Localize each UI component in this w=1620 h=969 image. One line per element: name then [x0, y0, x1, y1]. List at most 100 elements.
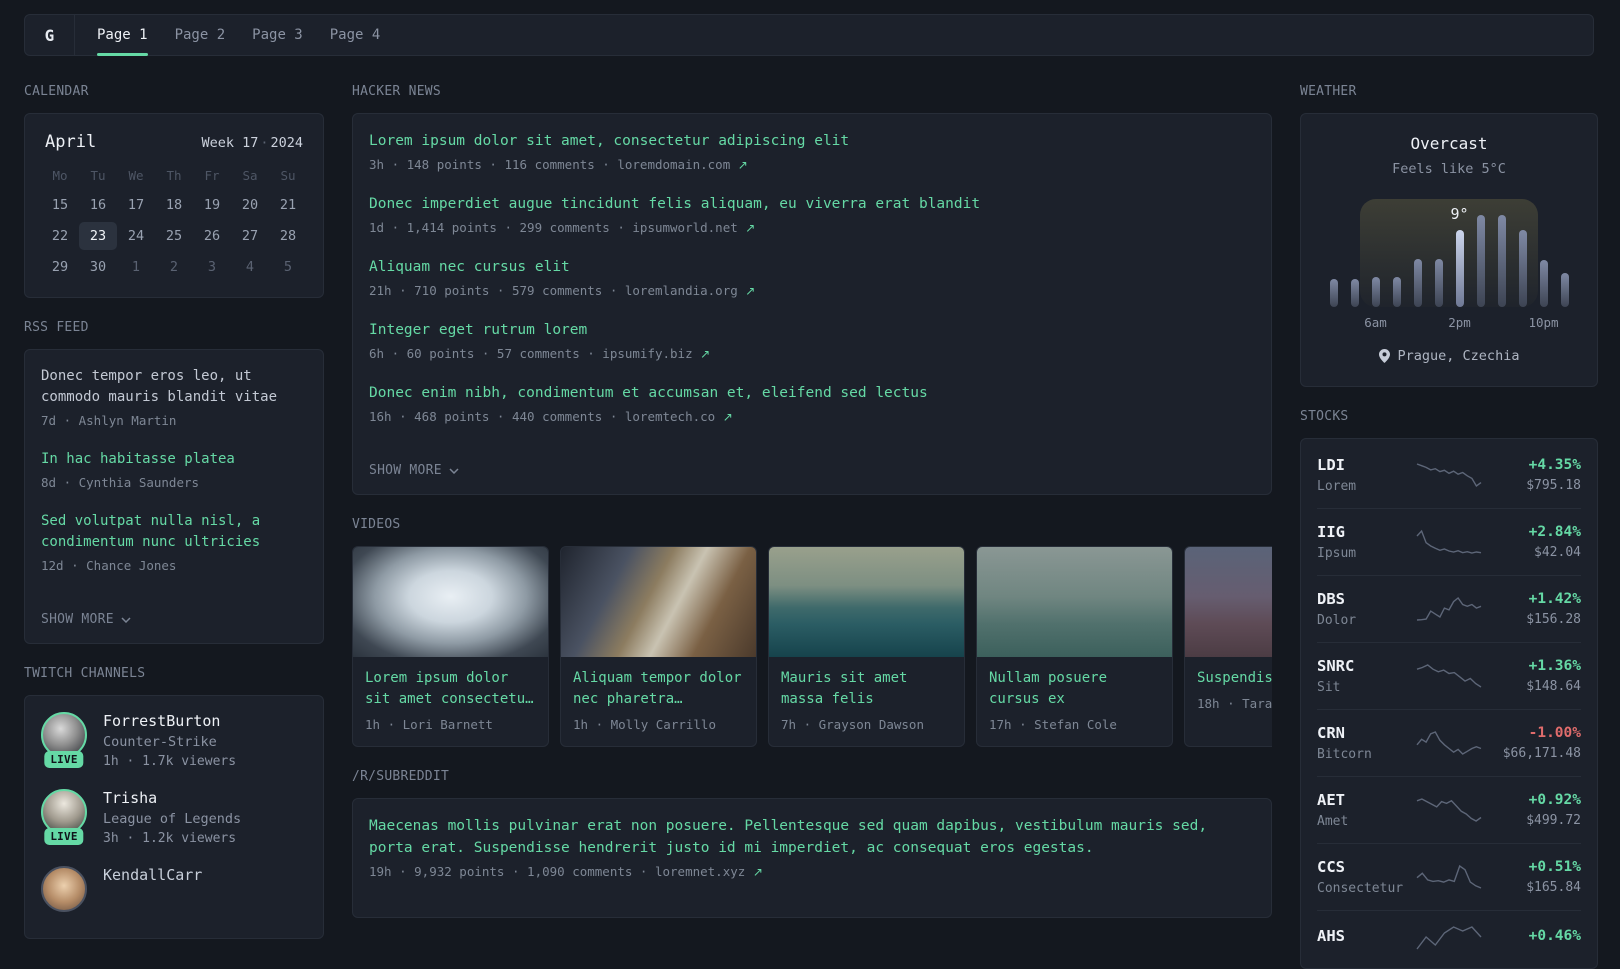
- calendar-widget: CALENDAR April Week 17 · 2024 Mo Tu We Th Fr Sa…: [24, 84, 324, 298]
- page-tabs: Page 1 Page 2 Page 3 Page 4: [75, 15, 402, 56]
- twitch-card: LIVE ForrestBurton Counter-Strike 1h · 1…: [24, 695, 324, 939]
- calendar-day: 2: [169, 259, 179, 275]
- hn-item-title[interactable]: Aliquam nec cursus elit: [369, 256, 1255, 278]
- channel-game: Counter-Strike: [103, 734, 217, 750]
- stock-sparkline: [1416, 529, 1482, 554]
- video-card[interactable]: Suspendisse diam 18h · Tara: [1184, 546, 1272, 747]
- stock-change: +1.42%: [1528, 591, 1581, 607]
- tab-page-2[interactable]: Page 2: [175, 15, 226, 55]
- hn-item-title[interactable]: Donec enim nibh, condimentum et accumsan…: [369, 382, 1255, 404]
- stock-name: Dolor: [1317, 613, 1357, 628]
- calendar-day: 26: [203, 228, 221, 244]
- calendar-day: 30: [89, 259, 107, 275]
- stock-row[interactable]: AHS +0.46%: [1317, 910, 1581, 965]
- rss-item-meta: 8d · Cynthia Saunders: [41, 475, 200, 490]
- live-badge: LIVE: [44, 751, 84, 768]
- channel-name[interactable]: ForrestBurton: [103, 712, 236, 730]
- video-title[interactable]: Nullam posuere cursus ex: [989, 668, 1160, 710]
- video-meta: 1h · Lori Barnett: [365, 717, 493, 732]
- hn-item: Donec imperdiet augue tincidunt felis al…: [369, 193, 1255, 237]
- rss-item-title[interactable]: Sed volutpat nulla nisl, a condimentum n…: [41, 511, 307, 553]
- rss-item: Donec tempor eros leo, ut commodo mauris…: [41, 366, 307, 430]
- hn-show-more-button[interactable]: SHOW MORE: [369, 463, 459, 478]
- video-meta: 18h · Tara: [1197, 696, 1272, 711]
- stock-ticker: AET: [1317, 791, 1345, 809]
- weather-bar: [1512, 215, 1533, 307]
- hn-item-title[interactable]: Donec imperdiet augue tincidunt felis al…: [369, 193, 1255, 215]
- avatar: [41, 866, 87, 912]
- rss-show-more-button[interactable]: SHOW MORE: [41, 612, 131, 627]
- app-logo[interactable]: G: [25, 15, 75, 55]
- calendar-card: April Week 17 · 2024 Mo Tu We Th Fr Sa Su 15 16 17…: [24, 113, 324, 298]
- weather-bar: [1428, 215, 1449, 307]
- video-thumbnail[interactable]: [977, 547, 1172, 657]
- tab-page-4[interactable]: Page 4: [330, 15, 381, 55]
- weather-bar: [1407, 215, 1428, 307]
- video-thumbnail[interactable]: [769, 547, 964, 657]
- calendar-day: 1: [131, 259, 141, 275]
- tab-page-3[interactable]: Page 3: [252, 15, 303, 55]
- video-thumbnail[interactable]: [1185, 547, 1272, 657]
- reddit-post-title[interactable]: Maecenas mollis pulvinar erat non posuer…: [369, 815, 1255, 859]
- stock-row[interactable]: DBS Dolor +1.42% $156.28: [1317, 575, 1581, 642]
- video-card[interactable]: Nullam posuere cursus ex 17h · Stefan Co…: [976, 546, 1173, 747]
- stock-ticker: CCS: [1317, 858, 1345, 876]
- weekday-label: Su: [280, 168, 296, 183]
- tab-page-1[interactable]: Page 1: [97, 15, 148, 56]
- rss-item: Sed volutpat nulla nisl, a condimentum n…: [41, 511, 307, 575]
- calendar-week-year: Week 17 · 2024: [201, 135, 303, 151]
- hn-item-title[interactable]: Integer eget rutrum lorem: [369, 319, 1255, 341]
- video-title[interactable]: Aliquam tempor dolor nec pharetra…: [573, 668, 744, 710]
- video-title[interactable]: Lorem ipsum dolor sit amet consectetu…: [365, 668, 536, 710]
- video-card[interactable]: Mauris sit amet massa felis 7h · Grayson…: [768, 546, 965, 747]
- weather-bar: 9°: [1449, 205, 1470, 307]
- stock-row[interactable]: CRN Bitcorn -1.00% $66,171.48: [1317, 709, 1581, 776]
- video-thumbnail[interactable]: [561, 547, 756, 657]
- rss-item-meta: 7d · Ashlyn Martin: [41, 413, 177, 428]
- middle-column: HACKER NEWS Lorem ipsum dolor sit amet, …: [352, 84, 1272, 969]
- hour-label: 6am: [1364, 315, 1387, 330]
- channel-name[interactable]: Trisha: [103, 789, 241, 807]
- stock-row[interactable]: SNRC Sit +1.36% $148.64: [1317, 642, 1581, 709]
- rss-item-title[interactable]: Donec tempor eros leo, ut commodo mauris…: [41, 366, 307, 408]
- stock-ticker: SNRC: [1317, 657, 1355, 675]
- external-link-icon: ↗: [722, 410, 733, 424]
- channel-meta: 1h · 1.7k viewers: [103, 754, 237, 769]
- stock-change: +0.51%: [1528, 859, 1581, 875]
- stock-change: +0.92%: [1528, 792, 1581, 808]
- hn-item: Lorem ipsum dolor sit amet, consectetur …: [369, 130, 1255, 174]
- rss-card: Donec tempor eros leo, ut commodo mauris…: [24, 349, 324, 644]
- twitch-channel[interactable]: KendallCarr: [41, 866, 307, 922]
- channel-info: KendallCarr: [103, 866, 202, 922]
- video-title[interactable]: Mauris sit amet massa felis: [781, 668, 952, 710]
- video-meta: 1h · Molly Carrillo: [573, 717, 716, 732]
- stock-row[interactable]: LDI Lorem +4.35% $795.18: [1317, 442, 1581, 508]
- calendar-day: 3: [207, 259, 217, 275]
- stock-row[interactable]: AET Amet +0.92% $499.72: [1317, 776, 1581, 843]
- video-card[interactable]: Lorem ipsum dolor sit amet consectetu… 1…: [352, 546, 549, 747]
- hn-item: Integer eget rutrum lorem 6h · 60 points…: [369, 319, 1255, 363]
- external-link-icon: ↗: [745, 284, 756, 298]
- channel-name[interactable]: KendallCarr: [103, 866, 202, 884]
- channel-info: Trisha League of Legends 3h · 1.2k viewe…: [103, 789, 241, 846]
- twitch-channel[interactable]: LIVE Trisha League of Legends 3h · 1.2k …: [41, 789, 307, 846]
- hn-item: Aliquam nec cursus elit 21h · 710 points…: [369, 256, 1255, 300]
- twitch-channel[interactable]: LIVE ForrestBurton Counter-Strike 1h · 1…: [41, 712, 307, 769]
- left-column: CALENDAR April Week 17 · 2024 Mo Tu We Th Fr Sa…: [24, 84, 324, 969]
- twitch-widget: TWITCH CHANNELS LIVE ForrestBurton Count…: [24, 666, 324, 939]
- video-card[interactable]: Aliquam tempor dolor nec pharetra… 1h · …: [560, 546, 757, 747]
- rss-item-title[interactable]: In hac habitasse platea: [41, 449, 307, 470]
- top-navigation-bar: G Page 1 Page 2 Page 3 Page 4: [24, 14, 1594, 56]
- reddit-post: Maecenas mollis pulvinar erat non posuer…: [369, 815, 1255, 881]
- stock-ticker: LDI: [1317, 456, 1345, 474]
- video-thumbnail[interactable]: [353, 547, 548, 657]
- channel-avatar: LIVE: [41, 789, 87, 845]
- stock-sparkline: [1416, 926, 1482, 950]
- hn-item-title[interactable]: Lorem ipsum dolor sit amet, consectetur …: [369, 130, 1255, 152]
- stock-name: Amet: [1317, 814, 1349, 829]
- stock-price: $42.04: [1534, 545, 1581, 560]
- hour-label: 2pm: [1448, 315, 1471, 330]
- channel-info: ForrestBurton Counter-Strike 1h · 1.7k v…: [103, 712, 236, 769]
- stock-row[interactable]: IIG Ipsum +2.84% $42.04: [1317, 508, 1581, 575]
- video-title[interactable]: Suspendisse diam: [1197, 668, 1272, 689]
